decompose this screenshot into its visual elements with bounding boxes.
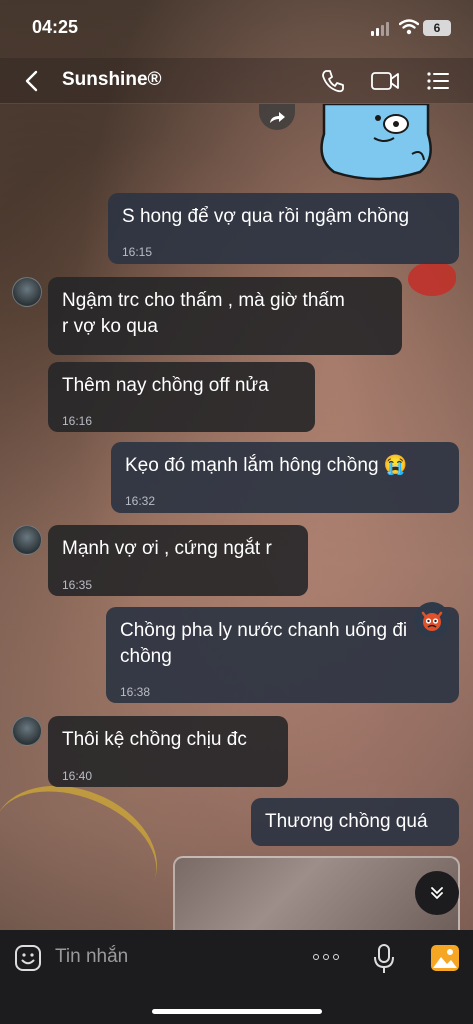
avatar[interactable] bbox=[12, 525, 42, 555]
share-arrow-icon bbox=[270, 112, 285, 123]
message-bubble-incoming[interactable]: Ngậm trc cho thấm , mà giờ thấm r vợ ko … bbox=[48, 277, 402, 355]
avatar[interactable] bbox=[12, 716, 42, 746]
message-bubble-incoming[interactable]: Thêm nay chồng off nửa 16:16 bbox=[48, 362, 315, 432]
message-text: Mạnh vợ ơi , cứng ngắt r bbox=[62, 538, 272, 559]
signal-icon bbox=[371, 22, 389, 36]
home-indicator bbox=[152, 1009, 322, 1014]
message-text: Kẹo đó mạnh lắm hông chồng 😭 bbox=[125, 455, 408, 476]
status-bar: 04:25 6 bbox=[0, 0, 473, 58]
scroll-down-icon bbox=[431, 887, 443, 899]
message-text: Thương chồng quá bbox=[265, 811, 428, 832]
reaction-badge[interactable] bbox=[414, 602, 450, 638]
message-list[interactable]: S hong để vợ qua rồi ngậm chồng 16:15 Ng… bbox=[0, 104, 473, 930]
message-text-line: Ngậm trc cho thấm , mà giờ thấm bbox=[62, 290, 345, 311]
microphone-icon[interactable] bbox=[373, 943, 395, 975]
angry-devil-emoji-icon bbox=[421, 611, 443, 631]
message-text: S hong để vợ qua rồi ngậm chồng bbox=[122, 206, 410, 227]
message-time: 16:40 bbox=[62, 769, 93, 783]
phone-icon[interactable] bbox=[320, 68, 346, 94]
message-input[interactable]: Tin nhắn bbox=[55, 946, 128, 968]
message-bubble-incoming[interactable]: Mạnh vợ ơi , cứng ngắt r 16:35 bbox=[48, 525, 308, 596]
image-gallery-icon[interactable] bbox=[430, 944, 460, 972]
message-text-line: Chồng pha ly nước chanh uống đi bbox=[120, 620, 408, 641]
message-text-line: r vợ ko qua bbox=[62, 316, 158, 337]
list-menu-icon[interactable] bbox=[425, 68, 451, 94]
message-time: 16:15 bbox=[122, 245, 153, 259]
contact-name[interactable]: Sunshine® bbox=[62, 69, 162, 91]
message-bubble-incoming[interactable]: Thôi kệ chồng chịu đc 16:40 bbox=[48, 716, 288, 787]
wifi-icon bbox=[399, 19, 419, 35]
message-bubble-outgoing[interactable]: Thương chồng quá bbox=[251, 798, 459, 846]
message-text: Thôi kệ chồng chịu đc bbox=[62, 729, 247, 750]
message-bubble-outgoing[interactable]: S hong để vợ qua rồi ngậm chồng 16:15 bbox=[108, 193, 459, 264]
message-bubble-outgoing[interactable]: Kẹo đó mạnh lắm hông chồng 😭 16:32 bbox=[111, 442, 459, 513]
chat-header: Sunshine® bbox=[0, 58, 473, 104]
message-text-line: chồng bbox=[120, 646, 172, 667]
message-time: 16:35 bbox=[62, 578, 93, 592]
more-dots-icon[interactable] bbox=[313, 954, 339, 960]
video-camera-icon[interactable] bbox=[370, 68, 400, 94]
bear-sticker[interactable] bbox=[316, 104, 436, 182]
avatar[interactable] bbox=[12, 277, 42, 307]
scroll-down-button[interactable] bbox=[415, 871, 459, 915]
message-time: 16:38 bbox=[120, 685, 151, 699]
message-time: 16:32 bbox=[125, 494, 156, 508]
message-text: Thêm nay chồng off nửa bbox=[62, 375, 269, 396]
message-time: 16:16 bbox=[62, 414, 93, 428]
status-time: 04:25 bbox=[32, 17, 79, 37]
chevron-left-icon[interactable] bbox=[20, 68, 44, 94]
emoji-icon[interactable] bbox=[14, 944, 42, 972]
battery-indicator: 6 bbox=[423, 20, 451, 36]
message-bubble-outgoing[interactable]: Chồng pha ly nước chanh uống đi chồng 16… bbox=[106, 607, 459, 703]
share-button[interactable] bbox=[259, 104, 295, 130]
